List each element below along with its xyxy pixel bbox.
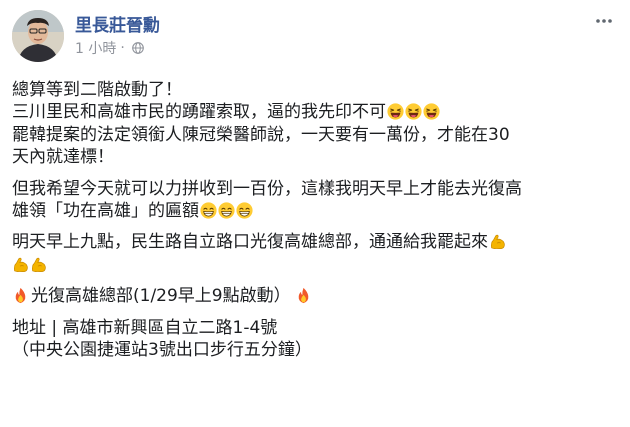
flexed-biceps-emoji [489, 233, 506, 250]
fire-emoji [12, 287, 29, 304]
post-text-line: 但我希望今天就可以力拼收到一百份，這樣我明天早上才能去光復高 [12, 178, 618, 200]
flexed-biceps-emoji [12, 256, 29, 273]
post-timestamp[interactable]: 1 小時 [75, 38, 116, 58]
post-text-line: 光復高雄總部(1/29早上9點啟動） [12, 285, 618, 307]
post-header: 里長莊晉勳 1 小時 · [12, 10, 618, 62]
post-body: 總算等到二階啟動了！ 三川里民和高雄市民的踴躍索取，逼的我先印不可 罷韓提案的法… [12, 79, 618, 361]
text-segment: 雄領「功在高雄」的匾額 [12, 201, 199, 222]
post-text-line: 三川里民和高雄市民的踴躍索取，逼的我先印不可 [12, 101, 618, 123]
fire-emoji [295, 287, 312, 304]
meta-separator: · [120, 40, 125, 56]
text-segment: 三川里民和高雄市民的踴躍索取，逼的我先印不可 [12, 102, 386, 123]
more-options-button[interactable] [592, 12, 616, 30]
post-text-line: （中央公園捷運站3號出口步行五分鐘） [12, 339, 618, 361]
text-segment: 罷韓提案的法定領銜人陳冠榮醫師說，一天要有一萬份，才能在30 [12, 124, 510, 145]
laughing-face-emoji [405, 103, 422, 120]
globe-icon[interactable] [131, 42, 144, 54]
post-text-line: 地址 | 高雄市新興區自立二路1-4號 [12, 317, 618, 339]
avatar[interactable] [12, 10, 64, 62]
text-segment: 總算等到二階啟動了！ [12, 80, 182, 100]
grinning-face-emoji [218, 202, 235, 219]
flexed-biceps-emoji [30, 256, 47, 273]
post-paragraph: 光復高雄總部(1/29早上9點啟動） [12, 285, 618, 307]
post-text-line: 雄領「功在高雄」的匾額 [12, 200, 618, 222]
grinning-face-emoji [236, 202, 253, 219]
text-segment: 光復高雄總部(1/29早上9點啟動） [31, 286, 291, 307]
post-paragraph: 地址 | 高雄市新興區自立二路1-4號 （中央公園捷運站3號出口步行五分鐘） [12, 317, 618, 362]
text-segment: 天內就達標！ [12, 147, 114, 168]
ellipsis-icon [596, 19, 612, 23]
post-paragraph: 但我希望今天就可以力拼收到一百份，這樣我明天早上才能去光復高 雄領「功在高雄」的… [12, 178, 618, 223]
post-text-line: 罷韓提案的法定領銜人陳冠榮醫師說，一天要有一萬份，才能在30 [12, 124, 618, 146]
post-paragraph: 總算等到二階啟動了！ 三川里民和高雄市民的踴躍索取，逼的我先印不可 罷韓提案的法… [12, 79, 618, 169]
post-text-line: 天內就達標！ [12, 146, 618, 168]
post-text-line: 總算等到二階啟動了！ [12, 79, 618, 101]
laughing-face-emoji [423, 103, 440, 120]
author-name[interactable]: 里長莊晉勳 [75, 11, 160, 36]
avatar-photo [12, 10, 64, 62]
text-segment: （中央公園捷運站3號出口步行五分鐘） [12, 340, 312, 361]
grinning-face-emoji [200, 202, 217, 219]
post-text-line [12, 254, 618, 276]
laughing-face-emoji [387, 103, 404, 120]
text-segment: 但我希望今天就可以力拼收到一百份，這樣我明天早上才能去光復高 [12, 178, 522, 199]
text-segment: 明天早上九點，民生路自立路口光復高雄總部，通通給我罷起來 [12, 232, 488, 253]
post-text-line: 明天早上九點，民生路自立路口光復高雄總部，通通給我罷起來 [12, 231, 618, 253]
text-segment: 地址 | 高雄市新興區自立二路1-4號 [12, 317, 278, 338]
facebook-post: 里長莊晉勳 1 小時 · 總算等到二階啟動了！ 三川里民和高雄市民的踴躍索取，逼… [0, 0, 630, 427]
post-paragraph: 明天早上九點，民生路自立路口光復高雄總部，通通給我罷起來 [12, 231, 618, 276]
post-meta: 1 小時 · [75, 38, 144, 58]
